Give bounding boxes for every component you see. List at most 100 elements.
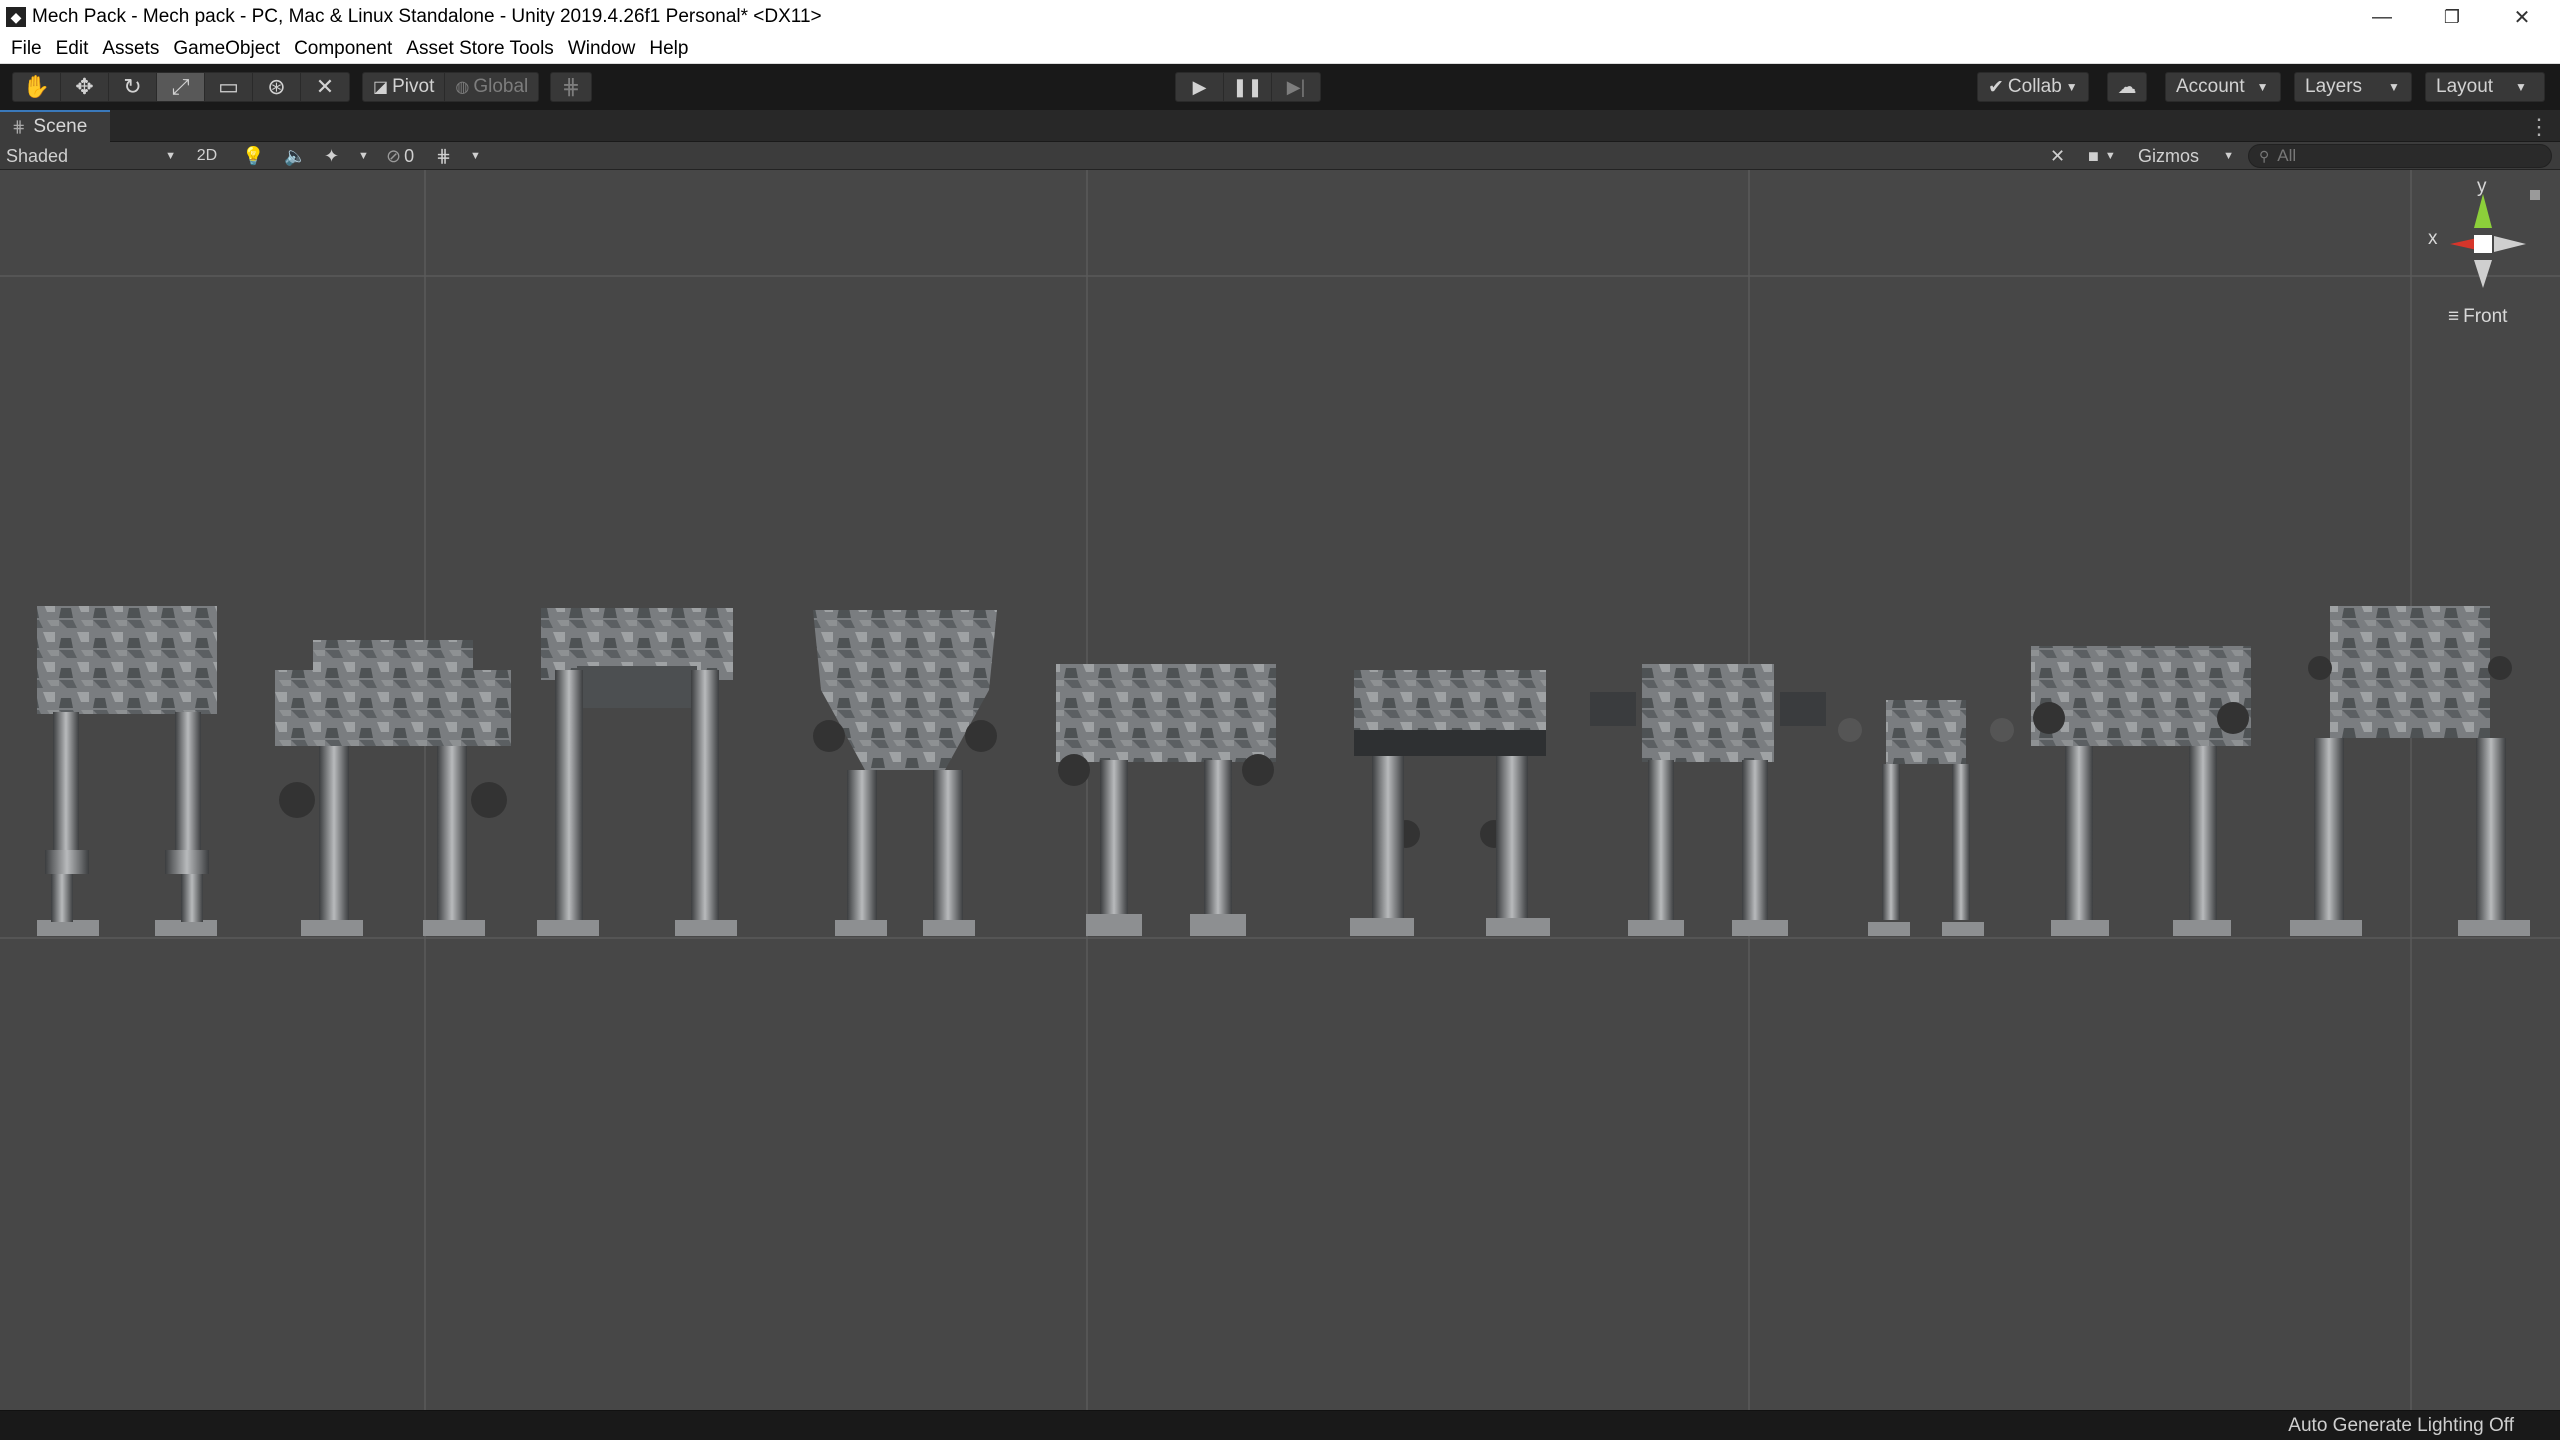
step-icon[interactable]: ▶|: [1272, 73, 1320, 101]
pivot-global-toggles: ◪ Pivot ◍ Global: [362, 72, 540, 102]
chevron-down-icon: ▼: [2223, 150, 2234, 162]
window-title: Mech Pack - Mech pack - PC, Mac & Linux …: [32, 6, 822, 27]
move-tool-icon[interactable]: ✥: [61, 73, 109, 101]
effects-toggle-icon[interactable]: ✦: [324, 144, 339, 168]
minimize-button[interactable]: —: [2347, 0, 2417, 34]
layers-label: Layers: [2305, 76, 2363, 97]
cloud-icon: ☁: [2117, 76, 2137, 98]
custom-tool-icon[interactable]: ✕: [301, 73, 349, 101]
global-label: Global: [473, 76, 529, 97]
mech-4[interactable]: [813, 610, 997, 936]
play-controls: ▶ ❚❚ ▶|: [1175, 72, 1321, 102]
gizmos-label: Gizmos: [2138, 145, 2200, 166]
rect-tool-icon[interactable]: ▭: [205, 73, 253, 101]
hidden-count: 0: [404, 145, 415, 166]
view-label[interactable]: ≡ Front: [2448, 306, 2507, 328]
scale-tool-icon[interactable]: ⤢: [157, 73, 205, 101]
layers-dropdown[interactable]: Layers ▼: [2294, 72, 2412, 102]
unity-logo-icon: ◆: [6, 7, 26, 27]
chevron-down-icon: ▼: [2104, 150, 2116, 162]
pivot-icon: ◪: [373, 79, 389, 96]
scene-visibility-toggle[interactable]: ⊘ 0: [386, 144, 414, 168]
grid-toggle-icon[interactable]: ⋕: [436, 144, 451, 168]
rotate-tool-icon[interactable]: ↻: [109, 73, 157, 101]
menu-window[interactable]: Window: [561, 38, 643, 60]
scene-search-input[interactable]: ⚲ All: [2248, 144, 2552, 168]
tab-scene[interactable]: ⋕ Scene: [0, 110, 110, 142]
chevron-down-icon[interactable]: ▼: [358, 144, 369, 168]
menu-assets[interactable]: Assets: [95, 38, 166, 60]
close-button[interactable]: ✕: [2487, 0, 2557, 34]
scene-grid: [0, 170, 2560, 1410]
mech-10[interactable]: [2290, 606, 2530, 936]
snap-group: ⋕: [550, 72, 592, 102]
tab-menu-icon[interactable]: ⋮: [2528, 114, 2550, 140]
search-icon: ⚲: [2259, 147, 2270, 164]
gizmo-center-cube[interactable]: [2474, 235, 2492, 253]
pivot-toggle[interactable]: ◪ Pivot: [363, 73, 446, 101]
menu-edit[interactable]: Edit: [49, 38, 96, 60]
chevron-down-icon[interactable]: ▼: [470, 144, 481, 168]
scene-orientation-gizmo[interactable]: [2450, 190, 2540, 288]
status-text[interactable]: Auto Generate Lighting Off: [2288, 1415, 2514, 1437]
search-placeholder: All: [2277, 146, 2297, 165]
cloud-button[interactable]: ☁: [2107, 72, 2147, 102]
grid-snap-icon[interactable]: ⋕: [551, 73, 591, 101]
mech-8[interactable]: [1838, 700, 2014, 936]
draw-mode-dropdown[interactable]: Shaded ▼: [6, 144, 176, 168]
lock-icon[interactable]: [2530, 190, 2540, 200]
menu-icon: ≡: [2448, 306, 2460, 327]
axis-y-cone[interactable]: [2474, 194, 2492, 228]
account-label: Account: [2176, 76, 2245, 97]
scene-control-bar: Shaded ▼ 2D 💡 🔈 ✦ ▼ ⊘ 0 ⋕ ▼ ✕ ■ ▼ Gizmos ▼ ⚲…: [0, 142, 2560, 170]
eye-slash-icon: ⊘: [386, 145, 402, 166]
collab-label: Collab: [2007, 76, 2062, 97]
menu-component[interactable]: Component: [287, 38, 399, 60]
transform-tools: ✋ ✥ ↻ ⤢ ▭ ⊛ ✕: [12, 72, 350, 102]
layout-dropdown[interactable]: Layout ▼: [2425, 72, 2545, 102]
mech-7[interactable]: [1590, 664, 1826, 936]
window-titlebar: ◆ Mech Pack - Mech pack - PC, Mac & Linu…: [0, 0, 2560, 34]
tab-strip: ⋕ Scene ⋮: [0, 110, 2560, 142]
global-toggle[interactable]: ◍ Global: [445, 73, 538, 101]
2d-toggle[interactable]: 2D: [190, 144, 224, 168]
status-bar: Auto Generate Lighting Off: [0, 1410, 2560, 1440]
scene-viewport[interactable]: y x ≡ Front: [0, 170, 2560, 1410]
restore-button[interactable]: ❐: [2417, 0, 2487, 34]
play-icon[interactable]: ▶: [1176, 73, 1224, 101]
mech-9[interactable]: [2031, 646, 2251, 936]
draw-mode-label: Shaded: [6, 145, 69, 166]
layout-label: Layout: [2436, 76, 2494, 97]
hand-tool-icon[interactable]: ✋: [13, 73, 61, 101]
chevron-down-icon: ▼: [165, 150, 176, 162]
tab-scene-label: Scene: [33, 116, 88, 137]
menu-asset-store-tools[interactable]: Asset Store Tools: [399, 38, 561, 60]
axis-neg-x-cone[interactable]: [2494, 236, 2526, 252]
transform-tool-icon[interactable]: ⊛: [253, 73, 301, 101]
camera-settings-dropdown[interactable]: ■ ▼: [2088, 144, 2116, 168]
mech-3[interactable]: [537, 608, 737, 936]
audio-toggle-icon[interactable]: 🔈: [284, 144, 306, 168]
chevron-down-icon: ▼: [2515, 80, 2527, 94]
pause-icon[interactable]: ❚❚: [1224, 73, 1272, 101]
mech-1[interactable]: [37, 606, 217, 936]
gizmos-dropdown[interactable]: Gizmos ▼: [2138, 144, 2234, 168]
mech-5[interactable]: [1056, 664, 1276, 936]
menu-gameobject[interactable]: GameObject: [166, 38, 287, 60]
axis-neg-y-cone[interactable]: [2474, 260, 2492, 288]
account-dropdown[interactable]: Account ▼: [2165, 72, 2281, 102]
axis-x-label: x: [2428, 228, 2438, 249]
check-icon: ✔: [1988, 76, 2004, 98]
chevron-down-icon: ▼: [2388, 80, 2400, 94]
scene-canvas: [0, 170, 2560, 1410]
collab-dropdown[interactable]: ✔ Collab ▼: [1977, 72, 2089, 102]
pivot-label: Pivot: [392, 76, 435, 97]
axis-y-label: y: [2477, 176, 2487, 197]
menu-file[interactable]: File: [4, 38, 49, 60]
tools-icon[interactable]: ✕: [2050, 144, 2065, 168]
menu-help[interactable]: Help: [642, 38, 695, 60]
lighting-toggle-icon[interactable]: 💡: [242, 144, 264, 168]
chevron-down-icon: ▼: [2256, 80, 2269, 94]
mech-2[interactable]: [275, 640, 511, 936]
mech-6[interactable]: [1350, 670, 1550, 936]
